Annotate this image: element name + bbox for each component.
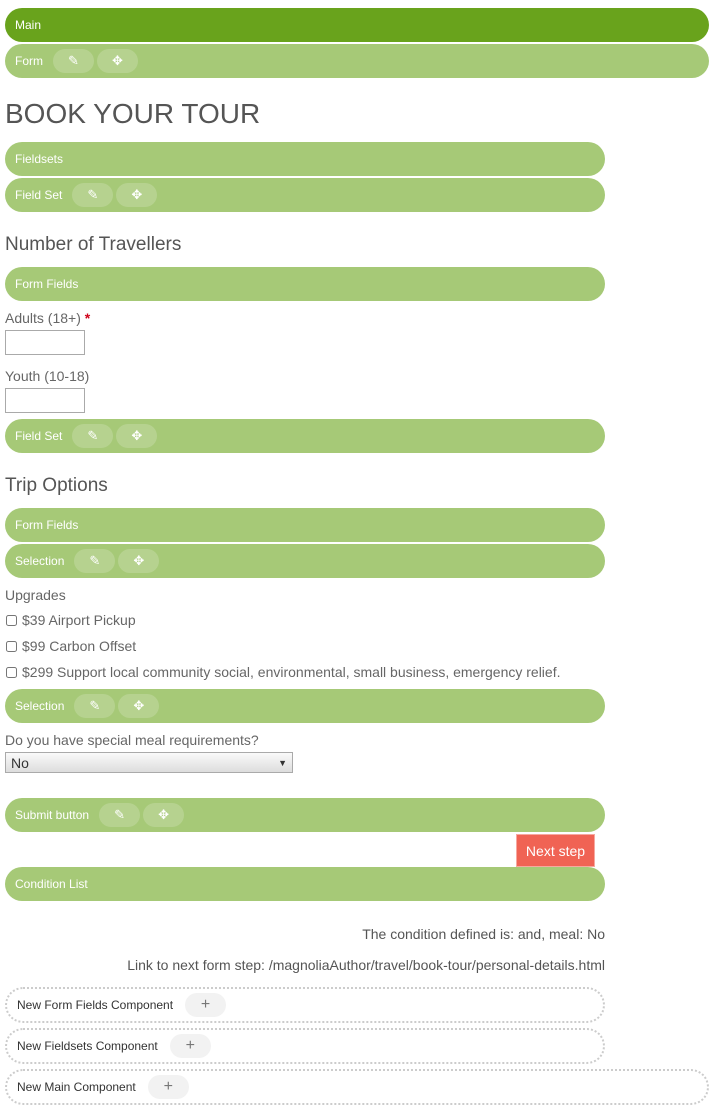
condition-list-bar[interactable]: Condition List (5, 867, 605, 901)
edit-button[interactable]: ✎ (72, 424, 114, 448)
fieldsets-area-bar[interactable]: Fieldsets (5, 142, 605, 176)
option-label: $99 Carbon Offset (22, 638, 137, 654)
plus-icon: + (200, 996, 211, 1013)
edit-button[interactable]: ✎ (53, 49, 94, 73)
placeholder-label: New Fieldsets Component (17, 1039, 158, 1053)
next-step-link-text: Link to next form step: /magnoliaAuthor/… (127, 957, 605, 973)
meal-select[interactable]: No ▼ (5, 752, 293, 773)
pencil-icon: ✎ (87, 428, 99, 443)
edit-button[interactable]: ✎ (72, 183, 114, 207)
move-arrows-icon: ✥ (112, 53, 123, 68)
checkbox[interactable] (6, 666, 17, 678)
upgrade-option[interactable]: $39 Airport Pickup (5, 612, 136, 628)
new-fieldsets-component: New Fieldsets Component + (5, 1028, 605, 1064)
move-button[interactable]: ✥ (116, 183, 158, 207)
move-arrows-icon: ✥ (158, 807, 169, 822)
checkbox[interactable] (6, 614, 17, 626)
placeholder-label: New Main Component (17, 1080, 136, 1094)
pencil-icon: ✎ (87, 187, 99, 202)
bar-label: Form Fields (15, 518, 79, 532)
placeholder-label: New Form Fields Component (17, 998, 174, 1012)
selected-value: No (11, 754, 29, 771)
travellers-heading: Number of Travellers (5, 234, 182, 255)
move-button[interactable]: ✥ (118, 694, 160, 718)
youth-label: Youth (10-18) (5, 368, 90, 384)
pencil-icon: ✎ (114, 807, 125, 822)
submit-component-bar[interactable]: Submit button ✎ ✥ (5, 798, 605, 832)
move-button[interactable]: ✥ (143, 803, 185, 827)
plus-icon: + (185, 1037, 195, 1054)
youth-input[interactable] (5, 388, 85, 413)
move-arrows-icon: ✥ (131, 428, 143, 443)
move-button[interactable]: ✥ (118, 549, 160, 573)
bar-label: Field Set (15, 188, 63, 202)
pencil-icon: ✎ (89, 698, 101, 713)
dropdown-arrow-icon: ▼ (278, 757, 287, 768)
move-arrows-icon: ✥ (133, 698, 145, 713)
bar-label: Submit button (15, 808, 90, 822)
new-form-fields-component: New Form Fields Component + (5, 987, 605, 1023)
bar-label: Fieldsets (15, 152, 64, 166)
edit-button[interactable]: ✎ (74, 694, 116, 718)
fieldset-component-bar[interactable]: Field Set ✎ ✥ (5, 178, 605, 212)
bar-label: Form (15, 54, 43, 68)
adults-label: Adults (18+) * (5, 310, 90, 326)
condition-text: The condition defined is: and, meal: No (362, 926, 605, 942)
move-arrows-icon: ✥ (133, 553, 145, 568)
bar-label: Selection (15, 554, 65, 568)
required-mark: * (84, 310, 91, 326)
plus-icon: + (163, 1078, 173, 1095)
upgrades-label: Upgrades (5, 587, 66, 603)
meal-label: Do you have special meal requirements? (5, 732, 259, 748)
new-main-component: New Main Component + (5, 1069, 709, 1105)
label-text: Adults (18+) (5, 310, 81, 326)
option-label: $299 Support local community social, env… (22, 664, 561, 680)
bar-label: Field Set (15, 429, 63, 443)
bar-label: Condition List (15, 877, 88, 891)
add-button[interactable]: + (185, 993, 227, 1017)
selection-component-bar[interactable]: Selection ✎ ✥ (5, 689, 605, 723)
page-title: BOOK YOUR TOUR (5, 98, 261, 129)
main-area-bar[interactable]: Main (5, 8, 709, 42)
adults-input[interactable] (5, 330, 85, 355)
form-fields-area-bar[interactable]: Form Fields (5, 267, 605, 301)
trip-options-heading: Trip Options (5, 475, 108, 496)
form-fields-area-bar[interactable]: Form Fields (5, 508, 605, 542)
form-component-bar[interactable]: Form ✎ ✥ (5, 44, 709, 78)
edit-button[interactable]: ✎ (74, 549, 116, 573)
selection-component-bar[interactable]: Selection ✎ ✥ (5, 544, 605, 578)
bar-label: Selection (15, 699, 65, 713)
add-button[interactable]: + (169, 1034, 211, 1058)
pencil-icon: ✎ (68, 53, 79, 68)
add-button[interactable]: + (147, 1075, 189, 1099)
option-label: $39 Airport Pickup (22, 612, 136, 628)
edit-button[interactable]: ✎ (99, 803, 141, 827)
move-button[interactable]: ✥ (97, 49, 138, 73)
checkbox[interactable] (6, 640, 17, 652)
bar-label: Form Fields (15, 277, 79, 291)
next-step-button[interactable]: Next step (516, 834, 595, 867)
move-arrows-icon: ✥ (131, 187, 143, 202)
fieldset-component-bar[interactable]: Field Set ✎ ✥ (5, 419, 605, 453)
upgrade-option[interactable]: $99 Carbon Offset (5, 638, 136, 654)
move-button[interactable]: ✥ (116, 424, 158, 448)
upgrade-option[interactable]: $299 Support local community social, env… (5, 664, 560, 680)
pencil-icon: ✎ (89, 553, 101, 568)
bar-label: Main (15, 18, 42, 32)
